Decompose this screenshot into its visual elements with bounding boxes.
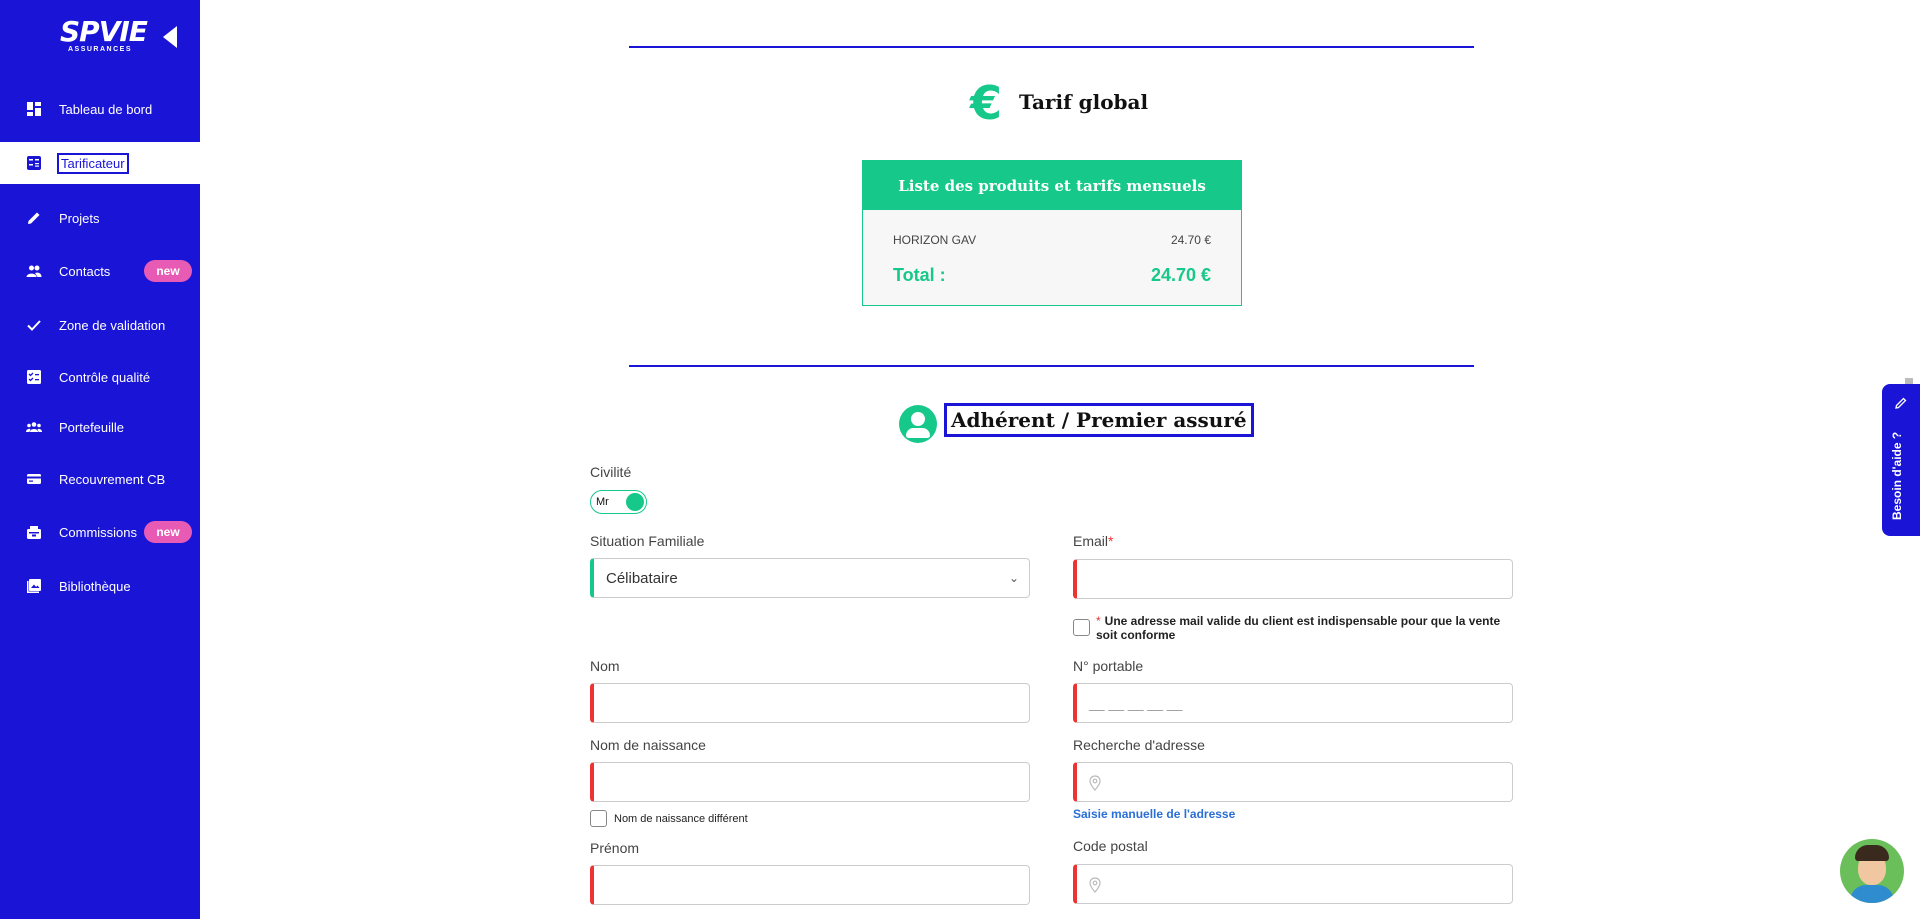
credit-card-icon bbox=[26, 471, 42, 487]
adherent-title: Adhérent / Premier assuré bbox=[944, 403, 1254, 437]
product-row: HORIZON GAV 24.70 € bbox=[893, 233, 1211, 247]
card-title: Liste des produits et tarifs mensuels bbox=[863, 161, 1241, 210]
email-label: Email* bbox=[1073, 533, 1113, 549]
portable-field[interactable]: __ __ __ __ __ bbox=[1073, 683, 1513, 723]
email-confirm-checkbox[interactable] bbox=[1073, 619, 1090, 636]
sidebar-item-recouvrement-cb[interactable]: Recouvrement CB bbox=[0, 458, 200, 500]
situation-select[interactable]: Célibataire ⌄ bbox=[590, 558, 1030, 598]
naissance-label: Nom de naissance bbox=[590, 737, 706, 753]
email-field[interactable] bbox=[1073, 559, 1513, 599]
assistant-avatar[interactable] bbox=[1840, 839, 1904, 903]
checklist-icon bbox=[26, 369, 42, 385]
total-label: Total : bbox=[893, 265, 946, 285]
naissance-diff-label: Nom de naissance différent bbox=[614, 813, 748, 825]
sidebar-item-zone-de-validation[interactable]: Zone de validation bbox=[0, 304, 200, 346]
sidebar-item-label: Portefeuille bbox=[59, 419, 125, 435]
portable-label: N° portable bbox=[1073, 658, 1144, 674]
nom-naissance-field[interactable] bbox=[590, 762, 1030, 802]
people-icon bbox=[26, 263, 42, 279]
product-price: 24.70 € bbox=[1170, 233, 1211, 247]
adresse-search-input[interactable] bbox=[1073, 762, 1513, 802]
sidebar-item-label: Commissions bbox=[59, 524, 138, 540]
prenom-label: Prénom bbox=[590, 840, 640, 856]
sidebar-item-commissions[interactable]: Commissions new bbox=[0, 511, 200, 553]
chevron-down-icon: ⌄ bbox=[1008, 571, 1019, 585]
new-badge: new bbox=[144, 521, 192, 543]
commission-icon bbox=[26, 524, 42, 540]
adresse-label: Recherche d'adresse bbox=[1073, 737, 1205, 753]
spvie-logo[interactable]: SPVIE ASSURANCES bbox=[60, 15, 148, 56]
sidebar-item-tableau-de-bord[interactable]: Tableau de bord bbox=[0, 88, 200, 130]
sidebar-item-controle-qualite[interactable]: Contrôle qualité bbox=[0, 356, 200, 398]
sidebar-item-tarificateur[interactable]: Tarificateur bbox=[0, 142, 200, 184]
adresse-manual-link[interactable]: Saisie manuelle de l'adresse bbox=[1073, 807, 1235, 821]
nom-label: Nom bbox=[590, 658, 620, 674]
situation-value: Célibataire bbox=[606, 569, 678, 587]
section-divider bbox=[629, 365, 1474, 367]
collapse-sidebar-icon[interactable] bbox=[163, 26, 177, 48]
situation-label: Situation Familiale bbox=[590, 533, 705, 549]
sidebar: SPVIE ASSURANCES Tableau de bord Tarific… bbox=[0, 0, 200, 919]
check-icon bbox=[26, 317, 42, 333]
calculator-icon bbox=[26, 155, 42, 171]
avatar-body bbox=[1850, 885, 1894, 903]
sidebar-item-projets[interactable]: Projets bbox=[0, 197, 200, 239]
portable-placeholder: __ __ __ __ __ bbox=[1089, 695, 1183, 711]
sidebar-item-label: Contacts bbox=[59, 263, 111, 279]
email-note: * Une adresse mail valide du client est i… bbox=[1096, 614, 1516, 642]
code-postal-label: Code postal bbox=[1073, 838, 1148, 854]
tarif-card: Liste des produits et tarifs mensuels HO… bbox=[862, 160, 1242, 306]
new-badge: new bbox=[144, 260, 192, 282]
tarif-title: Tarif global bbox=[1019, 90, 1149, 114]
person-icon bbox=[899, 405, 937, 443]
pencil-icon bbox=[26, 210, 42, 226]
avatar-hair bbox=[1855, 845, 1889, 861]
sidebar-item-bibliotheque[interactable]: Bibliothèque bbox=[0, 565, 200, 607]
email-note-text: Une adresse mail valide du client est in… bbox=[1096, 614, 1501, 642]
prenom-field[interactable] bbox=[590, 865, 1030, 905]
help-label: Besoin d'aide ? bbox=[1890, 431, 1904, 520]
email-label-text: Email bbox=[1073, 533, 1109, 549]
civilite-value: Mr bbox=[596, 496, 609, 508]
library-icon bbox=[26, 578, 42, 594]
euro-icon: € bbox=[970, 76, 1003, 130]
naissance-diff-checkbox[interactable] bbox=[590, 810, 607, 827]
sidebar-item-label: Projets bbox=[59, 210, 100, 226]
total-value: 24.70 € bbox=[1150, 265, 1211, 285]
required-marker: * bbox=[1096, 614, 1101, 628]
logo-subtext: ASSURANCES bbox=[67, 46, 132, 53]
sidebar-item-label: Tarificateur bbox=[57, 152, 129, 174]
edit-icon bbox=[1895, 397, 1907, 409]
sidebar-item-label: Contrôle qualité bbox=[59, 369, 151, 385]
code-postal-field[interactable] bbox=[1073, 864, 1513, 904]
civilite-label: Civilité bbox=[590, 464, 632, 480]
sidebar-item-label: Zone de validation bbox=[59, 317, 166, 333]
dashboard-icon bbox=[26, 101, 42, 117]
logo-text: SPVIE bbox=[60, 15, 148, 48]
toggle-knob bbox=[626, 493, 644, 511]
group-icon bbox=[26, 419, 42, 435]
location-pin-icon bbox=[1089, 775, 1101, 791]
help-tab[interactable]: Besoin d'aide ? bbox=[1882, 384, 1920, 536]
civilite-toggle[interactable]: Mr bbox=[590, 490, 647, 514]
sidebar-item-portefeuille[interactable]: Portefeuille bbox=[0, 406, 200, 448]
required-marker: * bbox=[1108, 533, 1114, 549]
main-content: € Tarif global Liste des produits et tar… bbox=[200, 0, 1920, 919]
product-name: HORIZON GAV bbox=[893, 233, 977, 247]
sidebar-item-contacts[interactable]: Contacts new bbox=[0, 250, 200, 292]
sidebar-item-label: Recouvrement CB bbox=[59, 471, 166, 487]
section-divider bbox=[629, 46, 1474, 48]
sidebar-item-label: Bibliothèque bbox=[59, 578, 131, 594]
location-pin-icon bbox=[1089, 877, 1101, 893]
sidebar-item-label: Tableau de bord bbox=[59, 101, 153, 117]
nom-field[interactable] bbox=[590, 683, 1030, 723]
total-row: Total : 24.70 € bbox=[893, 265, 1211, 286]
